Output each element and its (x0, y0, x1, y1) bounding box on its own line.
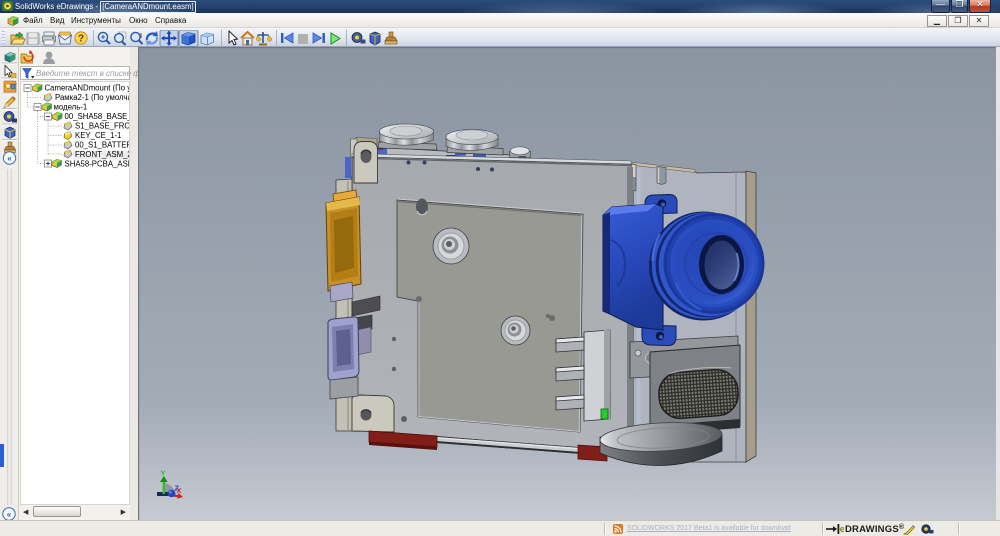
svg-text:CameraANDmount (По умолчан: CameraANDmount (По умолчан (45, 84, 130, 93)
svg-text:Y: Y (161, 469, 166, 478)
svg-text:S1_BASE_FRONT_А: S1_BASE_FRONT_А (75, 122, 129, 131)
svg-text:«: « (7, 154, 12, 163)
svg-text:FRONT_ASM_2_AS: FRONT_ASM_2_AS (75, 150, 129, 159)
svg-text:«: « (7, 510, 12, 519)
svg-text:модель-1: модель-1 (54, 103, 88, 112)
svg-text:Z: Z (175, 484, 180, 493)
svg-text:KEY_CE_1-1: KEY_CE_1-1 (75, 131, 121, 140)
svg-text:Рамка2-1 (По умолчанию<: Рамка2-1 (По умолчанию< (55, 93, 129, 102)
svg-text:00_SHA58_BASE_ASM: 00_SHA58_BASE_ASM (65, 112, 130, 121)
svg-text:e: e (840, 524, 844, 534)
svg-text:00_S1_BATTERY_О: 00_S1_BATTERY_О (75, 141, 129, 150)
svg-text:SHA58-PCBA_ASM-1: SHA58-PCBA_ASM-1 (65, 160, 130, 169)
svg-text:?: ? (78, 34, 84, 45)
